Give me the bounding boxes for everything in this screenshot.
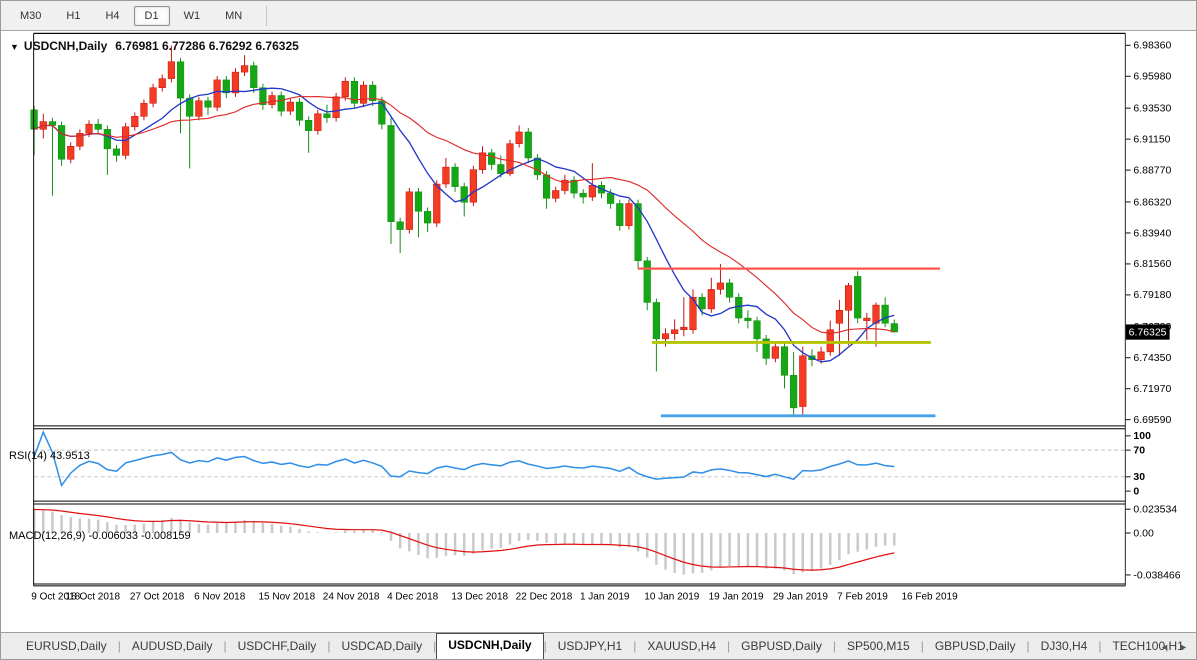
price-axis-label: 6.71970: [1133, 384, 1171, 395]
candle: [405, 187, 413, 234]
date-axis-label: 4 Dec 2018: [387, 592, 439, 603]
tab-usdchf-daily[interactable]: USDCHF,Daily: [227, 635, 328, 659]
tab-usdcad-daily[interactable]: USDCAD,Daily: [330, 635, 433, 659]
price-axis-label: 6.86320: [1133, 197, 1171, 208]
price-axis-label: 6.88770: [1133, 165, 1171, 176]
rsi-panel[interactable]: [33, 428, 1126, 502]
candle: [314, 109, 322, 135]
tab-gbpusd-daily[interactable]: GBPUSD,Daily: [730, 635, 833, 659]
chart-title: ▼ USDCNH,Daily 6.76981 6.77286 6.76292 6.7…: [10, 39, 299, 53]
rsi-axis-label: 70: [1133, 445, 1145, 456]
price-axis-label: 6.69590: [1133, 415, 1171, 426]
toolbar-divider: [266, 5, 268, 26]
macd-current-values: -0.006033 -0.008159: [88, 530, 191, 542]
date-axis-label: 6 Nov 2018: [194, 592, 246, 603]
candle: [643, 256, 651, 311]
rsi-current-value: 43.9513: [49, 450, 90, 462]
timeframe-button-m30[interactable]: M30: [9, 6, 52, 26]
chart-symbol-label: USDCNH,Daily: [23, 39, 108, 53]
price-chart[interactable]: 6.98360 6.95980 6.93530 6.91150 6.88770 6.863…: [1, 31, 1197, 634]
macd-indicator-label: MACD(12,26,9) -0.006033 -0.008159: [9, 530, 191, 542]
macd-axis-label: -0.038466: [1133, 570, 1180, 581]
rsi-name: RSI(14): [9, 450, 47, 462]
timeframe-button-d1[interactable]: D1: [133, 5, 170, 26]
price-axis-label: 6.95980: [1133, 72, 1171, 83]
date-axis-label: 24 Nov 2018: [323, 592, 380, 603]
price-axis-label: 6.93530: [1133, 103, 1171, 114]
price-axis-label: 6.98360: [1133, 41, 1171, 52]
trading-terminal-window: M30 H1 H4 D1 W1 MN 6.98360 6.95980 6.93530 6.911…: [0, 0, 1197, 660]
macd-axis-label: 0.00: [1133, 528, 1154, 539]
chart-area: 6.98360 6.95980 6.93530 6.91150 6.88770 6.863…: [1, 31, 1197, 634]
candle: [231, 68, 240, 97]
date-axis-label: 10 Jan 2019: [644, 592, 699, 603]
tab-scroll-right-icon[interactable]: ►: [1179, 642, 1188, 652]
rsi-axis-label: 0: [1133, 486, 1139, 497]
price-axis-label: 6.79180: [1133, 290, 1171, 301]
rsi-indicator-label: RSI(14) 43.9513: [9, 450, 90, 462]
macd-name: MACD(12,26,9): [9, 530, 86, 542]
timeframe-toolbar: M30 H1 H4 D1 W1 MN: [1, 1, 1196, 31]
tab-gbpusd-daily[interactable]: GBPUSD,Daily: [924, 635, 1027, 659]
date-axis-label: 16 Feb 2019: [901, 592, 958, 603]
date-axis-label: 22 Dec 2018: [516, 592, 573, 603]
candle: [634, 199, 642, 269]
date-axis-label: 13 Dec 2018: [451, 592, 508, 603]
candle: [854, 271, 862, 324]
date-axis-label: 27 Oct 2018: [130, 592, 185, 603]
price-axis-label: 6.91150: [1133, 134, 1170, 145]
price-axis-label: 6.74350: [1133, 353, 1171, 364]
symbol-dropdown-icon[interactable]: ▼: [10, 42, 19, 52]
candle: [213, 76, 221, 112]
chart-plot-area[interactable]: [33, 33, 1126, 426]
price-axis[interactable]: [1125, 31, 1170, 606]
current-price-tag: 6.76325: [1125, 324, 1170, 340]
date-axis-label: 1 Jan 2019: [580, 592, 630, 603]
tab-usdjpy-h1[interactable]: USDJPY,H1: [547, 635, 633, 659]
candle: [58, 121, 66, 166]
date-axis-label: 15 Nov 2018: [258, 592, 315, 603]
candle: [524, 128, 532, 164]
tab-eurusd-daily[interactable]: EURUSD,Daily: [15, 635, 118, 659]
timeframe-button-h1[interactable]: H1: [55, 6, 91, 26]
price-axis-label: 6.83940: [1133, 228, 1171, 239]
chart-ohlc-values: 6.76981 6.77286 6.76292 6.76325: [115, 39, 299, 53]
macd-axis-label: 0.023534: [1133, 505, 1177, 516]
candle: [799, 346, 807, 415]
rsi-axis-label: 100: [1133, 431, 1151, 442]
tab-usdcnh-daily[interactable]: USDCNH,Daily: [436, 633, 544, 659]
tab-xauusd-h4[interactable]: XAUUSD,H4: [636, 635, 727, 659]
timeframe-button-mn[interactable]: MN: [214, 6, 253, 26]
candle: [625, 199, 633, 230]
date-axis-label: 29 Jan 2019: [773, 592, 828, 603]
date-axis-label: 18 Oct 2018: [66, 592, 121, 603]
tab-scroll-left-icon[interactable]: ◄: [1160, 642, 1169, 652]
timeframe-button-h4[interactable]: H4: [94, 6, 130, 26]
tab-audusd-daily[interactable]: AUDUSD,Daily: [121, 635, 224, 659]
symbol-tab-bar: EURUSD,Daily | AUDUSD,Daily | USDCHF,Daily | U…: [1, 632, 1196, 659]
candle: [469, 165, 477, 207]
candle: [359, 81, 368, 108]
date-axis-label: 7 Feb 2019: [837, 592, 888, 603]
tab-sp500-m15[interactable]: SP500,M15: [836, 635, 921, 659]
current-price-tag-value: 6.76325: [1129, 328, 1167, 339]
rsi-axis-label: 30: [1133, 472, 1145, 483]
price-axis-label: 6.81560: [1133, 259, 1171, 270]
date-axis-label: 19 Jan 2019: [709, 592, 764, 603]
timeframe-button-w1[interactable]: W1: [173, 6, 212, 26]
tab-dj30-h4[interactable]: DJ30,H4: [1030, 635, 1099, 659]
